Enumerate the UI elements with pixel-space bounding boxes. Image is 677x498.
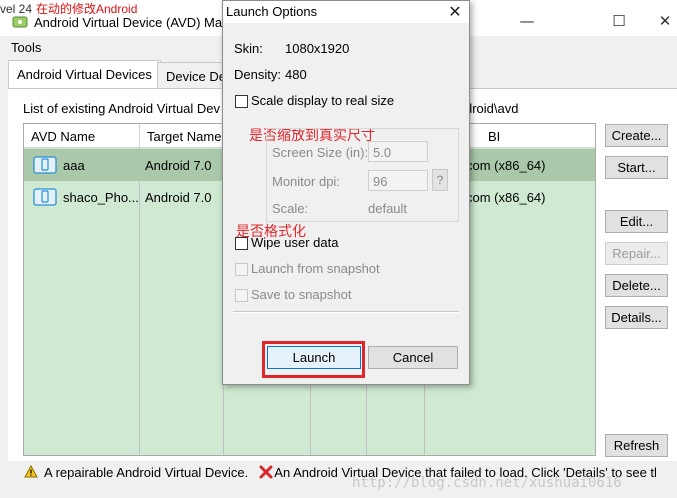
device-icon bbox=[33, 156, 57, 174]
close-button[interactable]: ✕ bbox=[642, 6, 677, 36]
app-icon bbox=[12, 14, 28, 30]
avd-name-cell: aaa bbox=[63, 158, 85, 173]
warning-legend-text: A repairable Android Virtual Device. bbox=[44, 465, 249, 480]
tab-label: Android Virtual Devices bbox=[17, 67, 152, 82]
save-to-snapshot-checkbox[interactable] bbox=[235, 289, 248, 302]
tab-android-virtual-devices[interactable]: Android Virtual Devices bbox=[8, 60, 161, 89]
close-icon: ✕ bbox=[658, 12, 672, 30]
dialog-title: Launch Options bbox=[226, 4, 318, 19]
tab-device-definitions[interactable]: Device De bbox=[157, 62, 229, 89]
warning-icon bbox=[24, 464, 38, 481]
minimize-button[interactable]: — bbox=[504, 6, 550, 36]
create-button[interactable]: Create... bbox=[605, 124, 668, 147]
skin-value: 1080x1920 bbox=[285, 41, 350, 56]
launch-from-snapshot-label: Launch from snapshot bbox=[251, 261, 380, 276]
edit-button[interactable]: Edit... bbox=[605, 210, 668, 233]
avd-list-label: List of existing Android Virtual Dev bbox=[23, 101, 221, 116]
monitor-dpi-input[interactable]: 96 bbox=[368, 170, 428, 191]
device-icon bbox=[33, 188, 57, 206]
watermark-text: http://blog.csdn.net/xushuai0616 bbox=[352, 475, 622, 491]
launch-from-snapshot-checkbox[interactable] bbox=[235, 263, 248, 276]
minimize-icon: — bbox=[519, 12, 535, 30]
refresh-button[interactable]: Refresh bbox=[605, 434, 668, 457]
cpu-abi-cell: com (x86_64) bbox=[466, 190, 546, 205]
window-title: Android Virtual Device (AVD) Ma bbox=[34, 15, 223, 30]
density-value: 480 bbox=[285, 67, 307, 82]
scale-value: default bbox=[368, 201, 408, 216]
cpu-abi-cell: com (x86_64) bbox=[466, 158, 546, 173]
dialog-close-icon[interactable]: ✕ bbox=[445, 2, 465, 22]
delete-button[interactable]: Delete... bbox=[605, 274, 668, 297]
density-label: Density: bbox=[234, 67, 281, 82]
column-header-avd-name[interactable]: AVD Name bbox=[24, 124, 140, 148]
column-header-target-name[interactable]: Target Name bbox=[140, 124, 224, 148]
target-name-cell: Android 7.0 bbox=[145, 190, 212, 205]
dialog-separator bbox=[233, 311, 459, 313]
tab-label: Device De bbox=[166, 69, 226, 84]
avd-name-cell: shaco_Pho... bbox=[63, 190, 139, 205]
maximize-icon: ☐ bbox=[612, 12, 626, 30]
scale-display-label: Scale display to real size bbox=[251, 93, 395, 108]
column-header-label: AVD Name bbox=[31, 129, 96, 144]
scale-display-checkbox[interactable] bbox=[235, 95, 248, 108]
screen-size-input[interactable]: 5.0 bbox=[368, 141, 428, 162]
dialog-title-bar: Launch Options ✕ bbox=[223, 1, 469, 23]
cancel-button[interactable]: Cancel bbox=[368, 346, 458, 369]
repair-button[interactable]: Repair... bbox=[605, 242, 668, 265]
screen-size-label: Screen Size (in): bbox=[272, 145, 369, 160]
skin-label: Skin: bbox=[234, 41, 263, 56]
avd-path-label: droid\avd bbox=[465, 101, 519, 116]
launch-options-dialog: Launch Options ✕ Skin: 1080x1920 Density… bbox=[222, 0, 470, 385]
launch-button[interactable]: Launch bbox=[267, 346, 361, 369]
save-to-snapshot-label: Save to snapshot bbox=[251, 287, 352, 302]
column-header-label: BI bbox=[488, 129, 501, 144]
scale-label: Scale: bbox=[272, 201, 309, 216]
start-button[interactable]: Start... bbox=[605, 156, 668, 179]
monitor-dpi-label: Monitor dpi: bbox=[272, 174, 340, 189]
dpi-help-button[interactable]: ? bbox=[432, 169, 448, 191]
column-header-label: Target Name bbox=[147, 129, 222, 144]
target-name-cell: Android 7.0 bbox=[145, 158, 212, 173]
wipe-user-data-label: Wipe user data bbox=[251, 235, 339, 250]
maximize-button[interactable]: ☐ bbox=[596, 6, 642, 36]
wipe-user-data-checkbox[interactable] bbox=[235, 237, 248, 250]
menu-tools[interactable]: Tools bbox=[11, 40, 41, 55]
details-button[interactable]: Details... bbox=[605, 306, 668, 329]
